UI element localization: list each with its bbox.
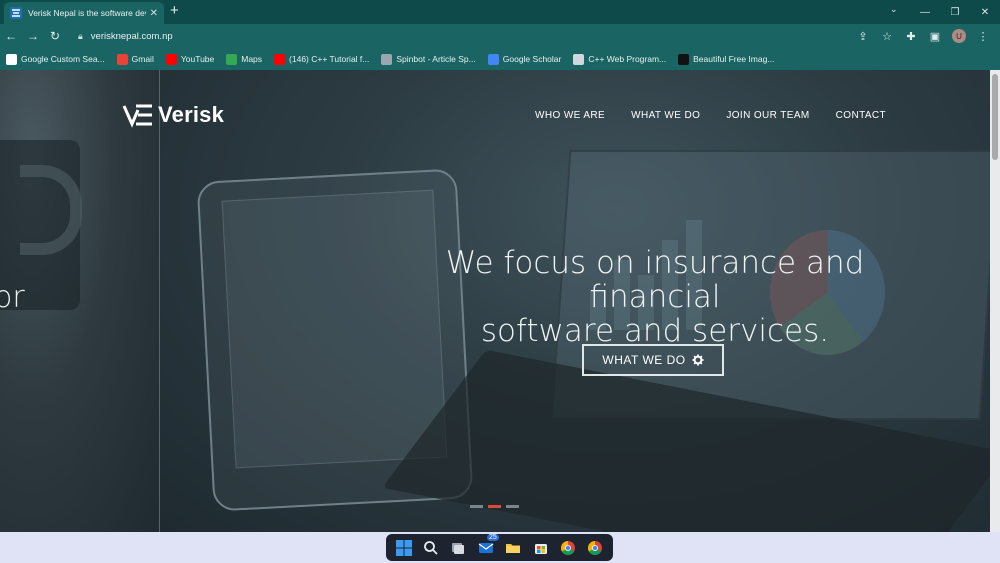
nav-who-we-are[interactable]: WHO WE ARE xyxy=(535,110,605,121)
nav-contact[interactable]: CONTACT xyxy=(836,110,886,121)
hero-left-panel: or xyxy=(0,70,160,532)
tab-close-icon[interactable]: ✕ xyxy=(150,8,158,19)
bookmark-item[interactable]: Gmail xyxy=(116,53,154,65)
google-icon xyxy=(6,53,17,65)
bookmark-label: Google Scholar xyxy=(502,54,562,64)
url-text: verisknepal.com.np xyxy=(90,30,173,42)
what-we-do-button[interactable]: WHAT WE DO xyxy=(582,344,724,376)
bookmark-item[interactable]: Google Custom Sea... xyxy=(6,53,105,65)
maps-icon xyxy=(226,53,238,65)
scholar-icon xyxy=(487,53,499,65)
taskbar-dock: 25 xyxy=(386,533,613,561)
verisk-logo-icon xyxy=(122,104,152,128)
verisk-logo[interactable]: Verisk xyxy=(122,100,224,130)
forward-icon[interactable]: → xyxy=(22,25,44,47)
browser-toolbar: ← → ↻ 🔒︎ verisknepal.com.np ⇪ ☆ ✚ ▣ U ⋮ xyxy=(0,24,1000,48)
previous-slide-text: or xyxy=(0,280,25,315)
chrome-icon[interactable] xyxy=(558,538,578,558)
hero-headline-line2: software and services. xyxy=(480,313,830,349)
scrollbar-thumb[interactable] xyxy=(992,74,998,160)
tab-search-icon[interactable]: ⌄ xyxy=(890,4,898,15)
youtube-icon xyxy=(165,53,177,65)
side-panel-icon[interactable]: ▣ xyxy=(924,25,946,47)
slider-dot[interactable] xyxy=(470,505,483,508)
bookmark-item[interactable]: Google Scholar xyxy=(487,53,562,65)
youtube-icon xyxy=(274,53,286,65)
what-we-do-label: WHAT WE DO xyxy=(602,353,686,367)
hero-headline: We focus on insurance and financial soft… xyxy=(380,246,930,348)
logo-text: Verisk xyxy=(158,102,225,127)
new-tab-button[interactable]: + xyxy=(170,3,179,19)
bookmark-item[interactable]: C++ Web Program... xyxy=(573,53,667,65)
bookmark-item[interactable]: Beautiful Free Imag... xyxy=(678,53,775,65)
web-icon xyxy=(573,53,585,65)
bookmark-label: Maps xyxy=(241,54,263,64)
close-window-icon[interactable]: ✕ xyxy=(970,0,1000,24)
restore-icon[interactable]: ❐ xyxy=(940,0,970,24)
file-explorer-icon[interactable] xyxy=(503,538,523,558)
page-scrollbar[interactable] xyxy=(990,70,1000,532)
bookmark-label: Beautiful Free Imag... xyxy=(693,54,775,64)
menu-kebab-icon[interactable]: ⋮ xyxy=(972,25,994,47)
bookmark-item[interactable]: Maps xyxy=(226,53,263,65)
bookmark-item[interactable]: Spinbot - Article Sp... xyxy=(381,53,476,65)
slider-dot[interactable] xyxy=(506,505,519,508)
unsplash-icon xyxy=(678,53,690,65)
verisk-favicon-icon xyxy=(10,7,22,19)
spinbot-icon xyxy=(381,53,393,65)
hero-headline-line1: We focus on insurance and financial xyxy=(445,245,865,315)
page-viewport: or Verisk WHO WE ARE WHAT WE DO JOIN OUR… xyxy=(0,70,1000,532)
nav-what-we-do[interactable]: WHAT WE DO xyxy=(631,110,700,121)
nav-join-our-team[interactable]: JOIN OUR TEAM xyxy=(726,110,809,121)
slider-dots xyxy=(470,505,519,508)
browser-tab[interactable]: Verisk Nepal is the software deve ✕ xyxy=(4,2,164,24)
main-nav: WHO WE ARE WHAT WE DO JOIN OUR TEAM CONT… xyxy=(535,110,886,121)
minimize-icon[interactable]: — xyxy=(910,0,940,24)
bookmark-star-icon[interactable]: ☆ xyxy=(876,25,898,47)
profile-button[interactable]: U xyxy=(948,25,970,47)
address-bar[interactable]: 🔒︎ verisknepal.com.np xyxy=(72,26,912,46)
bookmark-item[interactable]: (146) C++ Tutorial f... xyxy=(274,53,370,65)
slider-dot[interactable] xyxy=(488,505,501,508)
reload-icon[interactable]: ↻ xyxy=(44,25,66,47)
gmail-icon xyxy=(116,53,128,65)
gear-icon xyxy=(692,354,704,366)
bookmark-label: Google Custom Sea... xyxy=(21,54,105,64)
bookmark-label: C++ Web Program... xyxy=(588,54,667,64)
mail-badge: 25 xyxy=(487,533,499,541)
bookmark-item[interactable]: YouTube xyxy=(165,53,215,65)
windows-taskbar: 25 xyxy=(0,532,1000,563)
bookmark-label: Spinbot - Article Sp... xyxy=(396,54,476,64)
bookmark-label: (146) C++ Tutorial f... xyxy=(289,54,370,64)
lock-icon[interactable]: 🔒︎ xyxy=(78,31,83,42)
slide-divider xyxy=(159,70,160,532)
extensions-icon[interactable]: ✚ xyxy=(900,25,922,47)
start-icon[interactable] xyxy=(394,538,414,558)
mail-icon[interactable]: 25 xyxy=(476,533,499,558)
bookmark-label: Gmail xyxy=(131,54,154,64)
tab-strip: Verisk Nepal is the software deve ✕ + ⌄ … xyxy=(0,0,1000,24)
store-icon[interactable] xyxy=(531,538,551,558)
tab-title: Verisk Nepal is the software deve xyxy=(28,8,146,18)
bookmarks-bar: Google Custom Sea... Gmail YouTube Maps (146… xyxy=(0,48,1000,70)
back-icon[interactable]: ← xyxy=(0,25,22,47)
avatar: U xyxy=(952,29,966,43)
share-icon[interactable]: ⇪ xyxy=(852,25,874,47)
bookmark-label: YouTube xyxy=(180,54,215,64)
search-icon[interactable] xyxy=(421,538,441,558)
chrome-profile-icon[interactable] xyxy=(585,538,605,558)
task-view-icon[interactable] xyxy=(448,538,468,558)
